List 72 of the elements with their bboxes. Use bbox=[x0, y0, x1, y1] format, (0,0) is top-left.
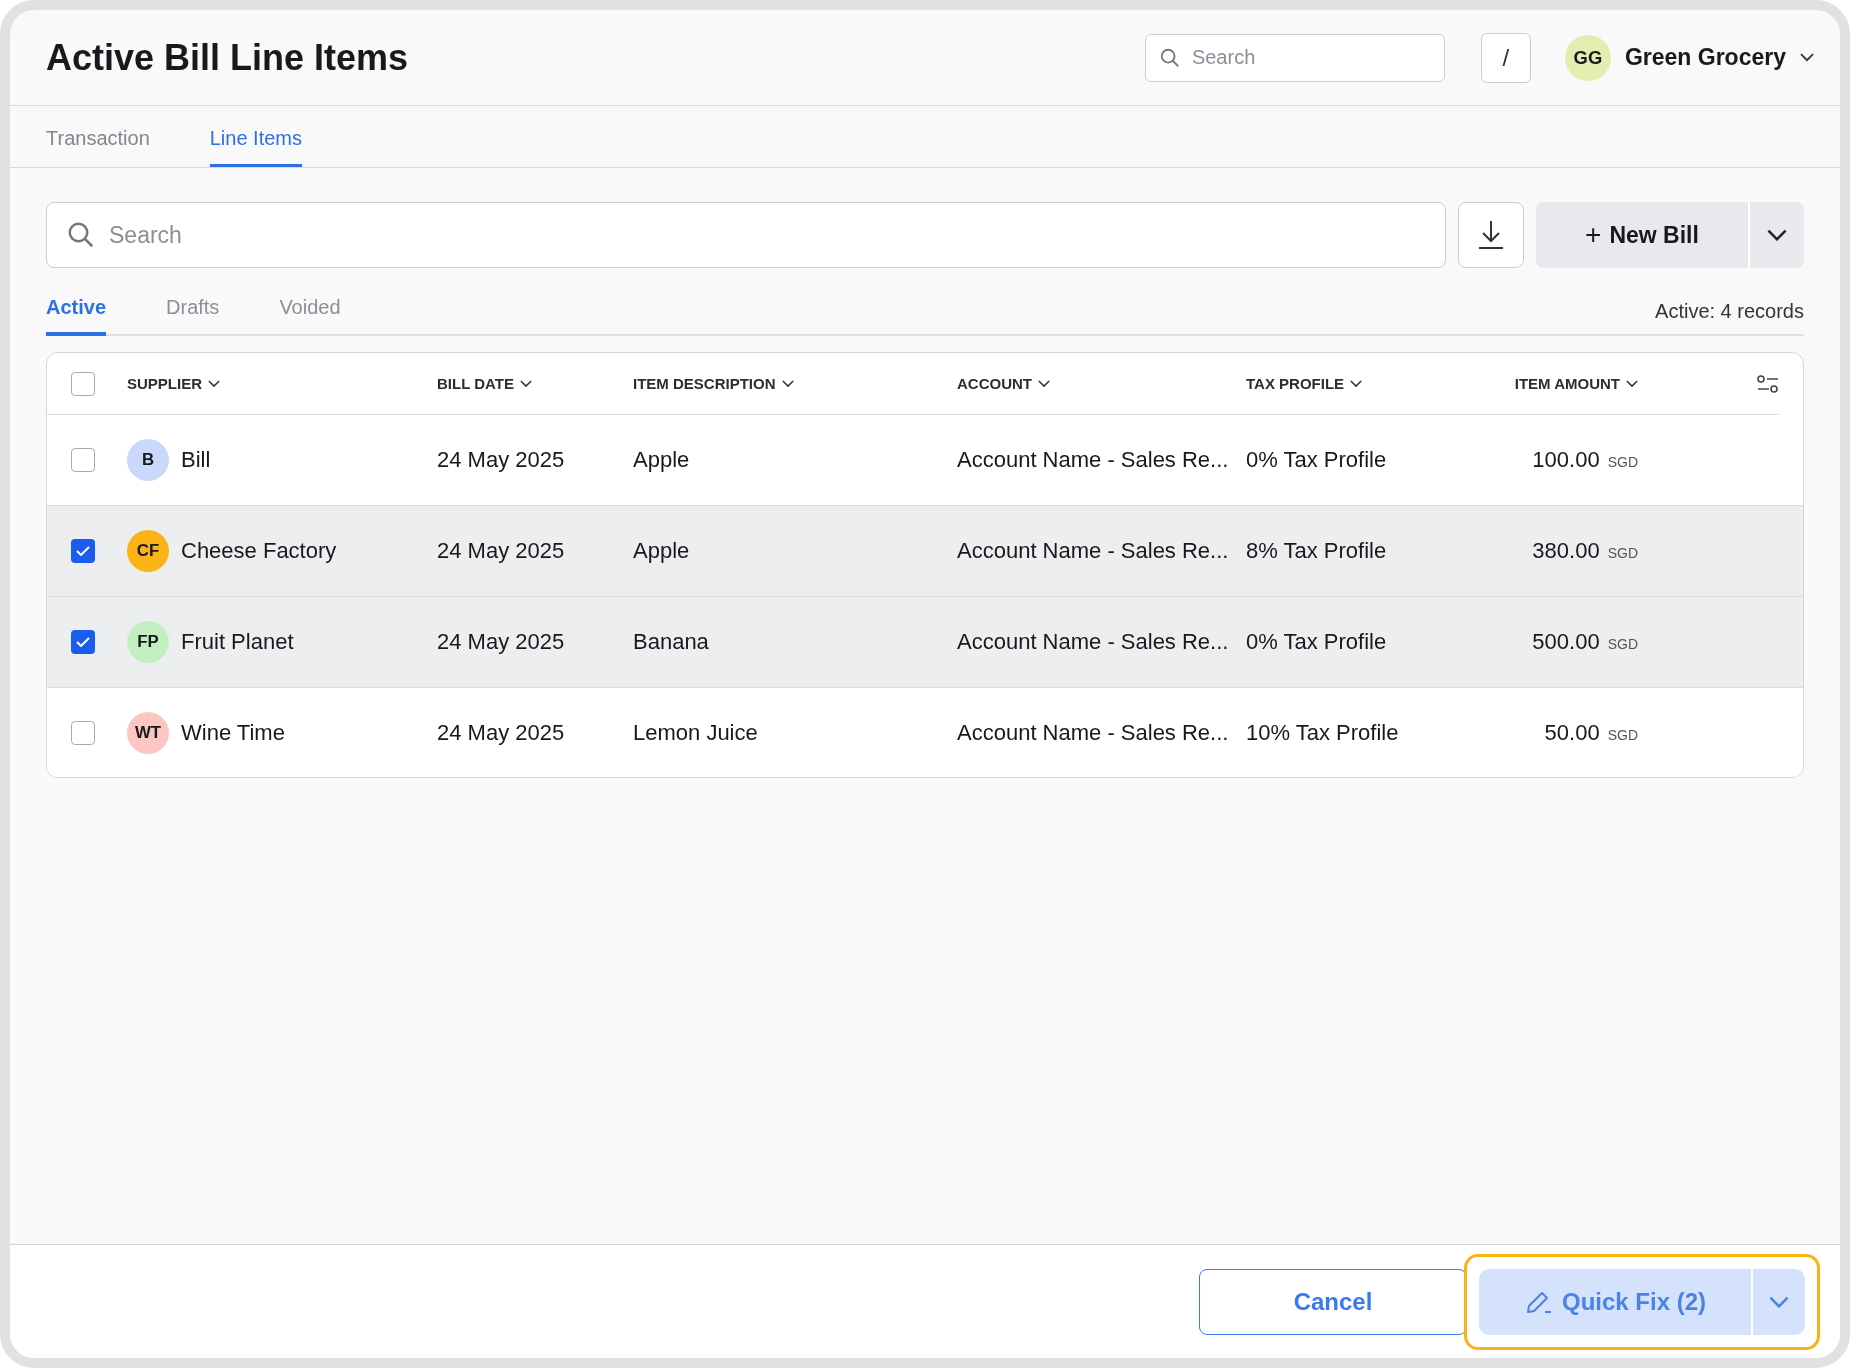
item-amount: 50.00 bbox=[1544, 719, 1600, 746]
item-amount: 380.00 bbox=[1532, 538, 1600, 564]
item-description: Apple bbox=[633, 538, 691, 564]
column-header[interactable]: TAX PROFILE bbox=[1246, 375, 1363, 392]
dropdown-button[interactable] bbox=[1751, 1268, 1805, 1335]
bill-date: 24 May 2025 bbox=[437, 538, 566, 564]
item-description: Banana bbox=[633, 629, 710, 655]
user-avatar: GG bbox=[1564, 34, 1611, 81]
cancel-button[interactable]: Cancel bbox=[1199, 1268, 1467, 1335]
caret-icon bbox=[1350, 379, 1363, 388]
supplier-avatar: B bbox=[127, 439, 169, 481]
column-header[interactable]: BILL DATE bbox=[437, 375, 532, 392]
supplier-avatar: CF bbox=[127, 530, 169, 572]
tax-profile: 0% Tax Profile bbox=[1246, 629, 1388, 655]
supplier-name: Fruit Planet bbox=[181, 629, 294, 655]
row-checkbox[interactable] bbox=[71, 720, 95, 745]
bill-date: 24 May 2025 bbox=[437, 447, 566, 473]
check-icon bbox=[76, 546, 90, 556]
column-header[interactable]: SUPPLIER bbox=[127, 375, 220, 392]
search-field[interactable]: Search bbox=[46, 202, 1446, 268]
column-header[interactable]: ACCOUNT bbox=[957, 375, 1050, 392]
record-count: Active: 4 records bbox=[1655, 298, 1804, 323]
row-checkbox[interactable] bbox=[71, 630, 95, 654]
currency: SGD bbox=[1607, 454, 1638, 470]
tab[interactable]: Transaction bbox=[46, 106, 150, 167]
tax-profile: 0% Tax Profile bbox=[1246, 447, 1388, 473]
select-all-checkbox[interactable] bbox=[71, 371, 95, 396]
account-name: Account Name - Sales Re... bbox=[957, 719, 1230, 746]
column-header[interactable]: ITEM DESCRIPTION bbox=[633, 375, 794, 392]
caret-icon bbox=[1626, 379, 1638, 388]
item-amount: 100.00 bbox=[1532, 447, 1600, 473]
tab[interactable]: Line Items bbox=[209, 106, 302, 167]
bill-date: 24 May 2025 bbox=[437, 629, 566, 655]
check-icon bbox=[76, 637, 90, 647]
currency: SGD bbox=[1607, 726, 1638, 743]
status-tab[interactable]: Active bbox=[46, 282, 107, 336]
download-button[interactable] bbox=[1458, 202, 1524, 268]
account-name: Account Name - Sales Re... bbox=[957, 447, 1230, 473]
search-icon bbox=[66, 220, 96, 250]
account-name: Account Name - Sales Re... bbox=[957, 629, 1230, 655]
caret-icon bbox=[1038, 379, 1050, 388]
column-header[interactable]: ITEM AMOUNT bbox=[1514, 375, 1638, 392]
supplier-name: Bill bbox=[181, 447, 211, 473]
caret-icon bbox=[208, 379, 220, 388]
currency: SGD bbox=[1607, 636, 1638, 652]
tax-profile: 10% Tax Profile bbox=[1246, 719, 1400, 746]
supplier-avatar: FP bbox=[127, 621, 169, 663]
tax-profile: 8% Tax Profile bbox=[1246, 538, 1388, 564]
dropdown-button[interactable] bbox=[1748, 202, 1804, 268]
download-icon bbox=[1476, 219, 1506, 251]
search-field[interactable]: Search bbox=[1144, 33, 1445, 82]
caret-icon bbox=[1769, 1295, 1789, 1308]
item-amount: 500.00 bbox=[1532, 629, 1600, 655]
caret-icon bbox=[781, 379, 794, 388]
currency: SGD bbox=[1607, 545, 1638, 561]
item-description: Lemon Juice bbox=[633, 719, 759, 746]
supplier-name: Cheese Factory bbox=[181, 538, 337, 564]
row-checkbox[interactable] bbox=[71, 539, 95, 563]
item-description: Apple bbox=[633, 447, 691, 473]
account-menu[interactable]: GG Green Grocery bbox=[1564, 34, 1814, 81]
supplier-avatar: WT bbox=[127, 711, 169, 754]
supplier-name: Wine Time bbox=[181, 719, 285, 746]
row-checkbox[interactable] bbox=[71, 448, 95, 472]
bill-date: 24 May 2025 bbox=[437, 719, 566, 746]
caret-icon bbox=[1767, 229, 1787, 241]
caret-icon bbox=[1800, 53, 1814, 62]
account-name: Account Name - Sales Re... bbox=[957, 538, 1230, 564]
shortcut-button[interactable]: / bbox=[1480, 32, 1531, 83]
search-icon bbox=[1158, 46, 1181, 69]
caret-icon bbox=[519, 379, 532, 388]
page-title: Active Bill Line Items bbox=[46, 36, 410, 79]
column-settings-icon[interactable] bbox=[1757, 373, 1779, 394]
